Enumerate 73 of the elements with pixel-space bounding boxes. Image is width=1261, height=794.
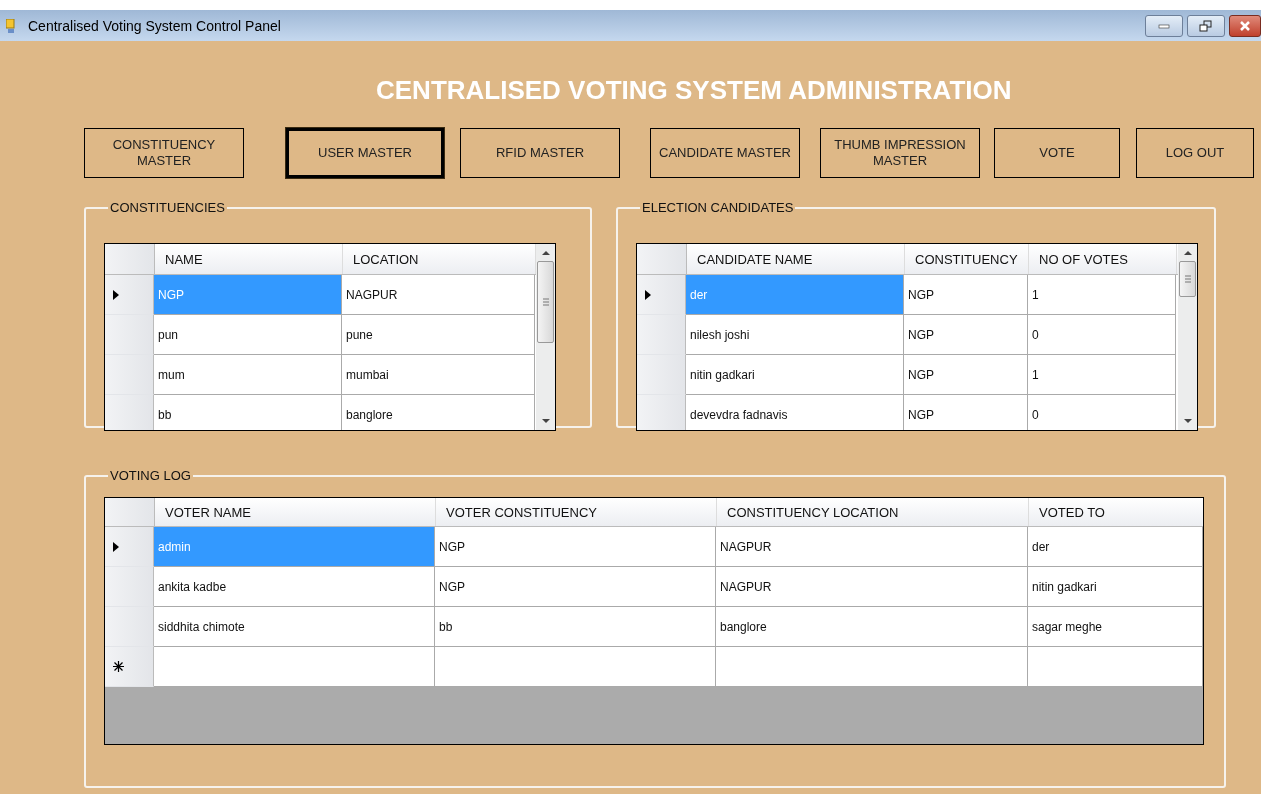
row-header[interactable] <box>105 275 154 315</box>
grip-icon <box>542 298 549 306</box>
column-header[interactable]: NO OF VOTES <box>1029 244 1177 274</box>
menu-button[interactable]: LOG OUT <box>1136 128 1254 178</box>
table-cell[interactable]: NGP <box>435 527 716 567</box>
table-cell[interactable]: sagar meghe <box>1028 607 1203 647</box>
column-header[interactable]: VOTER CONSTITUENCY <box>436 498 717 526</box>
new-row-icon <box>113 661 124 672</box>
table-cell[interactable]: der <box>1028 527 1203 567</box>
close-icon <box>1239 19 1251 32</box>
scroll-down-icon[interactable] <box>1183 419 1192 424</box>
minimize-button[interactable] <box>1145 14 1183 37</box>
current-row-icon <box>113 541 119 552</box>
group-title: VOTING LOG <box>109 468 192 483</box>
column-header[interactable]: CANDIDATE NAME <box>687 244 905 274</box>
group-title: CONSTITUENCIES <box>109 200 226 215</box>
table-cell[interactable]: NGP <box>904 315 1028 355</box>
column-header[interactable]: VOTER NAME <box>155 498 436 526</box>
table-cell[interactable]: pune <box>342 315 535 355</box>
scroll-up-icon[interactable] <box>541 250 550 255</box>
group-title: ELECTION CANDIDATES <box>641 200 795 215</box>
scroll-thumb[interactable] <box>1179 261 1196 297</box>
scroll-up-icon[interactable] <box>1183 250 1192 255</box>
scroll-thumb[interactable] <box>537 261 554 343</box>
table-cell[interactable]: nitin gadkari <box>1028 567 1203 607</box>
table-cell[interactable]: banglore <box>716 607 1028 647</box>
menu-button[interactable]: USER MASTER <box>286 128 444 178</box>
table-cell[interactable] <box>1028 647 1203 687</box>
scroll-bar[interactable] <box>1178 244 1197 430</box>
scroll-down-icon[interactable] <box>541 419 550 424</box>
table-cell[interactable]: mumbai <box>342 355 535 395</box>
minimize-icon <box>1158 22 1170 29</box>
table-cell[interactable] <box>154 647 435 687</box>
table-cell[interactable]: ankita kadbe <box>154 567 435 607</box>
table-cell[interactable]: NGP <box>904 275 1028 315</box>
table-cell[interactable]: nilesh joshi <box>686 315 904 355</box>
table-cell[interactable]: 0 <box>1028 315 1176 355</box>
column-header[interactable]: NAME <box>155 244 343 274</box>
menu-button[interactable]: VOTE <box>994 128 1120 178</box>
table-cell[interactable]: NGP <box>435 567 716 607</box>
menu-button[interactable]: CONSTITUENCY MASTER <box>84 128 244 178</box>
scroll-bar[interactable] <box>536 244 555 430</box>
column-header[interactable]: CONSTITUENCY <box>905 244 1029 274</box>
menu-button[interactable]: CANDIDATE MASTER <box>650 128 800 178</box>
table-cell[interactable]: NAGPUR <box>342 275 535 315</box>
table-cell[interactable] <box>716 647 1028 687</box>
table-cell[interactable]: NAGPUR <box>716 527 1028 567</box>
menu-button[interactable]: RFID MASTER <box>460 128 620 178</box>
table-cell[interactable]: nitin gadkari <box>686 355 904 395</box>
table-cell[interactable]: 1 <box>1028 355 1176 395</box>
window-title: Centralised Voting System Control Panel <box>28 17 281 34</box>
table-cell[interactable]: siddhita chimote <box>154 607 435 647</box>
table-cell[interactable]: pun <box>154 315 342 355</box>
restore-icon <box>1199 19 1213 32</box>
table-cell[interactable]: mum <box>154 355 342 395</box>
table-cell[interactable]: bb <box>435 607 716 647</box>
menu-button[interactable]: THUMB IMPRESSION MASTER <box>820 128 980 178</box>
grip-icon <box>1184 275 1191 283</box>
column-header[interactable]: VOTED TO <box>1029 498 1203 526</box>
row-header[interactable] <box>637 275 686 315</box>
table-cell[interactable]: NAGPUR <box>716 567 1028 607</box>
table-cell[interactable]: 1 <box>1028 275 1176 315</box>
row-header[interactable] <box>105 647 154 687</box>
column-header[interactable]: CONSTITUENCY LOCATION <box>717 498 1029 526</box>
restore-button[interactable] <box>1187 14 1225 37</box>
current-row-icon <box>113 289 119 300</box>
row-header[interactable] <box>105 527 154 567</box>
table-cell[interactable] <box>435 647 716 687</box>
page-heading: CENTRALISED VOTING SYSTEM ADMINISTRATION <box>376 75 1013 106</box>
app-icon <box>6 18 16 33</box>
current-row-icon <box>645 289 651 300</box>
table-cell[interactable]: NGP <box>904 355 1028 395</box>
close-button[interactable] <box>1229 14 1261 37</box>
